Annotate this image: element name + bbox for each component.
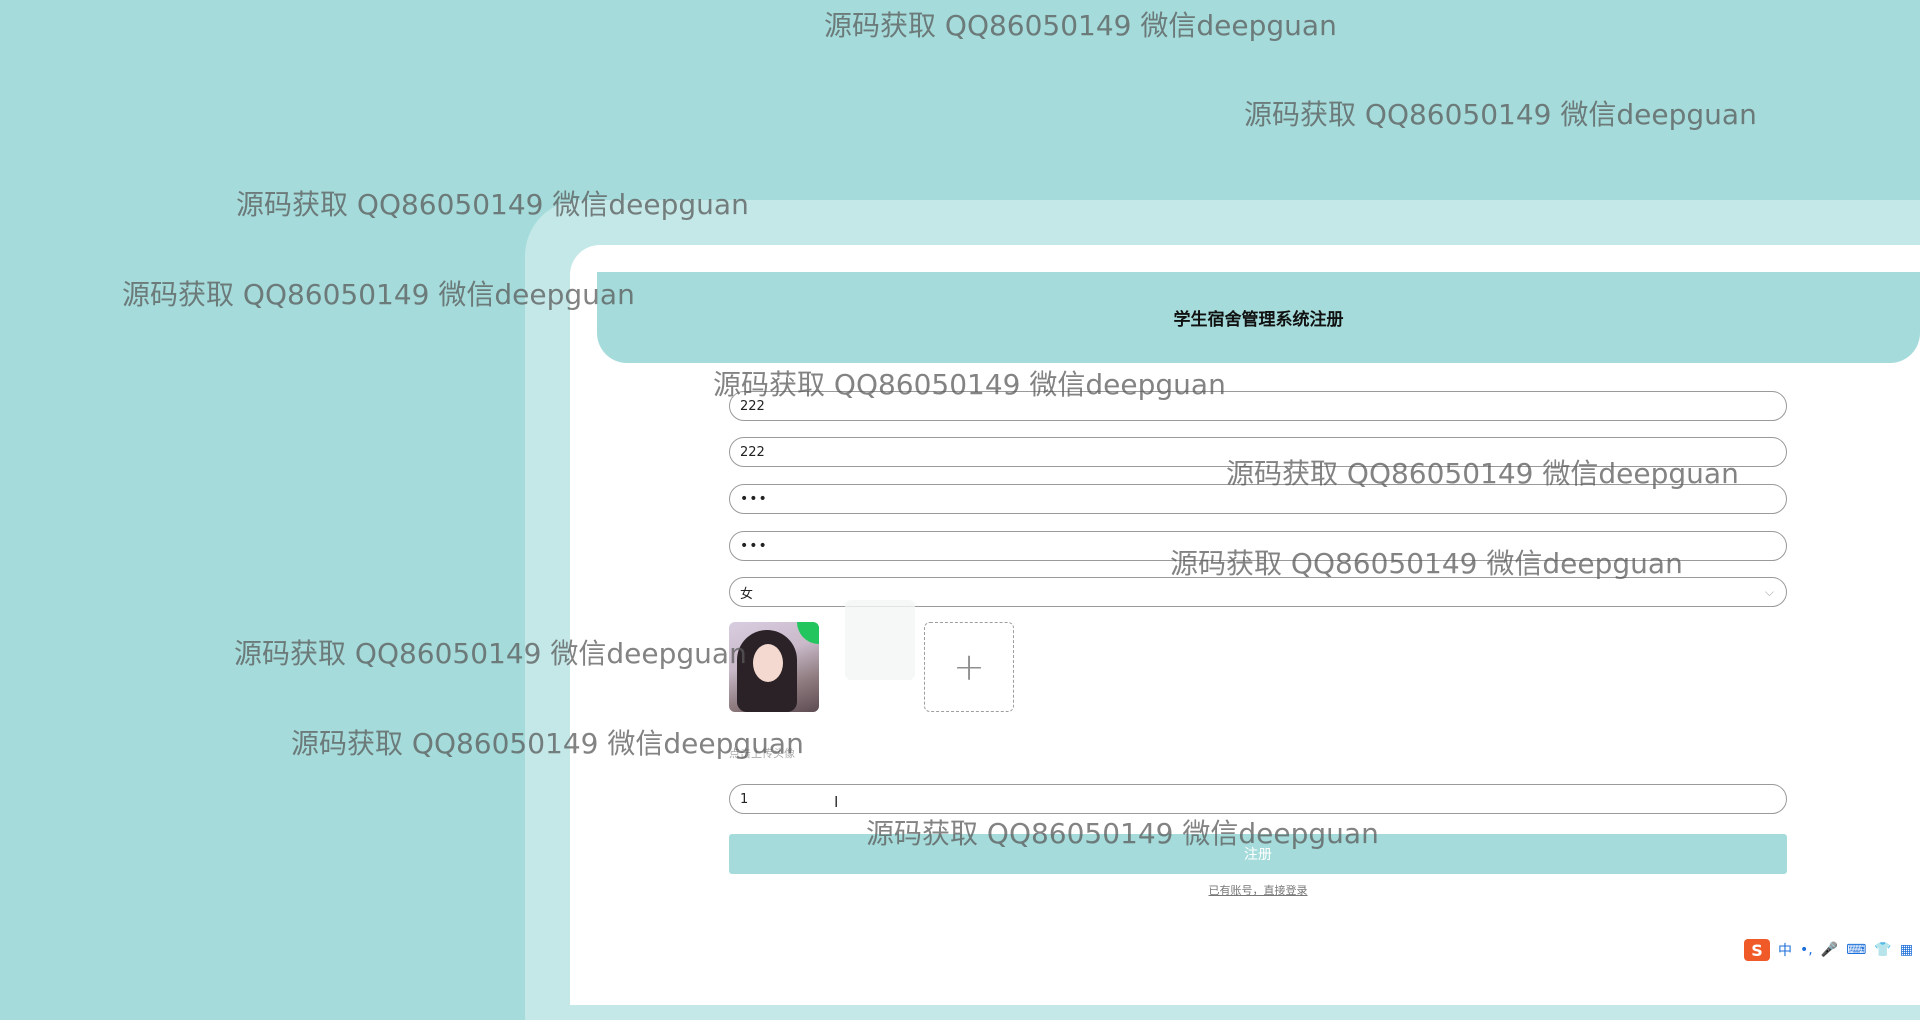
password-input[interactable]: •••: [729, 484, 1787, 514]
form-header: 学生宿舍管理系统注册: [597, 272, 1920, 363]
upload-avatar-button[interactable]: +: [924, 622, 1014, 712]
keyboard-icon[interactable]: ⌨: [1846, 942, 1866, 958]
chevron-down-icon: ⌵: [1764, 585, 1774, 599]
drag-ghost-image: [845, 600, 915, 680]
punctuation-toggle[interactable]: •,: [1800, 942, 1813, 958]
watermark: 源码获取 QQ86050149 微信deepguan: [824, 9, 1337, 42]
watermark: 源码获取 QQ86050149 微信deepguan: [1244, 98, 1757, 131]
microphone-icon[interactable]: 🎤: [1821, 942, 1838, 958]
register-button[interactable]: 注册: [729, 834, 1787, 874]
extra-input[interactable]: 1: [729, 784, 1787, 814]
name-input[interactable]: 222: [729, 437, 1787, 467]
confirm-password-input[interactable]: •••: [729, 531, 1787, 561]
skin-icon[interactable]: 👕: [1874, 942, 1891, 958]
register-button-label: 注册: [1244, 847, 1272, 863]
password-value: •••: [740, 491, 768, 507]
ime-toolbar: S 中 •, 🎤 ⌨ 👕 ▦: [1740, 936, 1920, 964]
plus-icon: +: [953, 645, 985, 689]
upload-hint: 点击上传头像: [729, 747, 795, 760]
confirm-password-value: •••: [740, 538, 768, 554]
gender-value: 女: [740, 586, 754, 602]
login-link[interactable]: 已有账号，直接登录: [0, 882, 1920, 898]
avatar-preview[interactable]: [729, 622, 819, 712]
ime-mode-toggle[interactable]: 中: [1778, 940, 1792, 960]
text-cursor-icon: I: [834, 793, 839, 811]
extra-value: 1: [740, 791, 749, 807]
sogou-ime-icon[interactable]: S: [1744, 939, 1770, 961]
account-input[interactable]: 222: [729, 391, 1787, 421]
page-title: 学生宿舍管理系统注册: [1173, 310, 1344, 330]
grid-icon[interactable]: ▦: [1900, 942, 1913, 958]
name-value: 222: [740, 444, 765, 460]
account-value: 222: [740, 398, 765, 414]
